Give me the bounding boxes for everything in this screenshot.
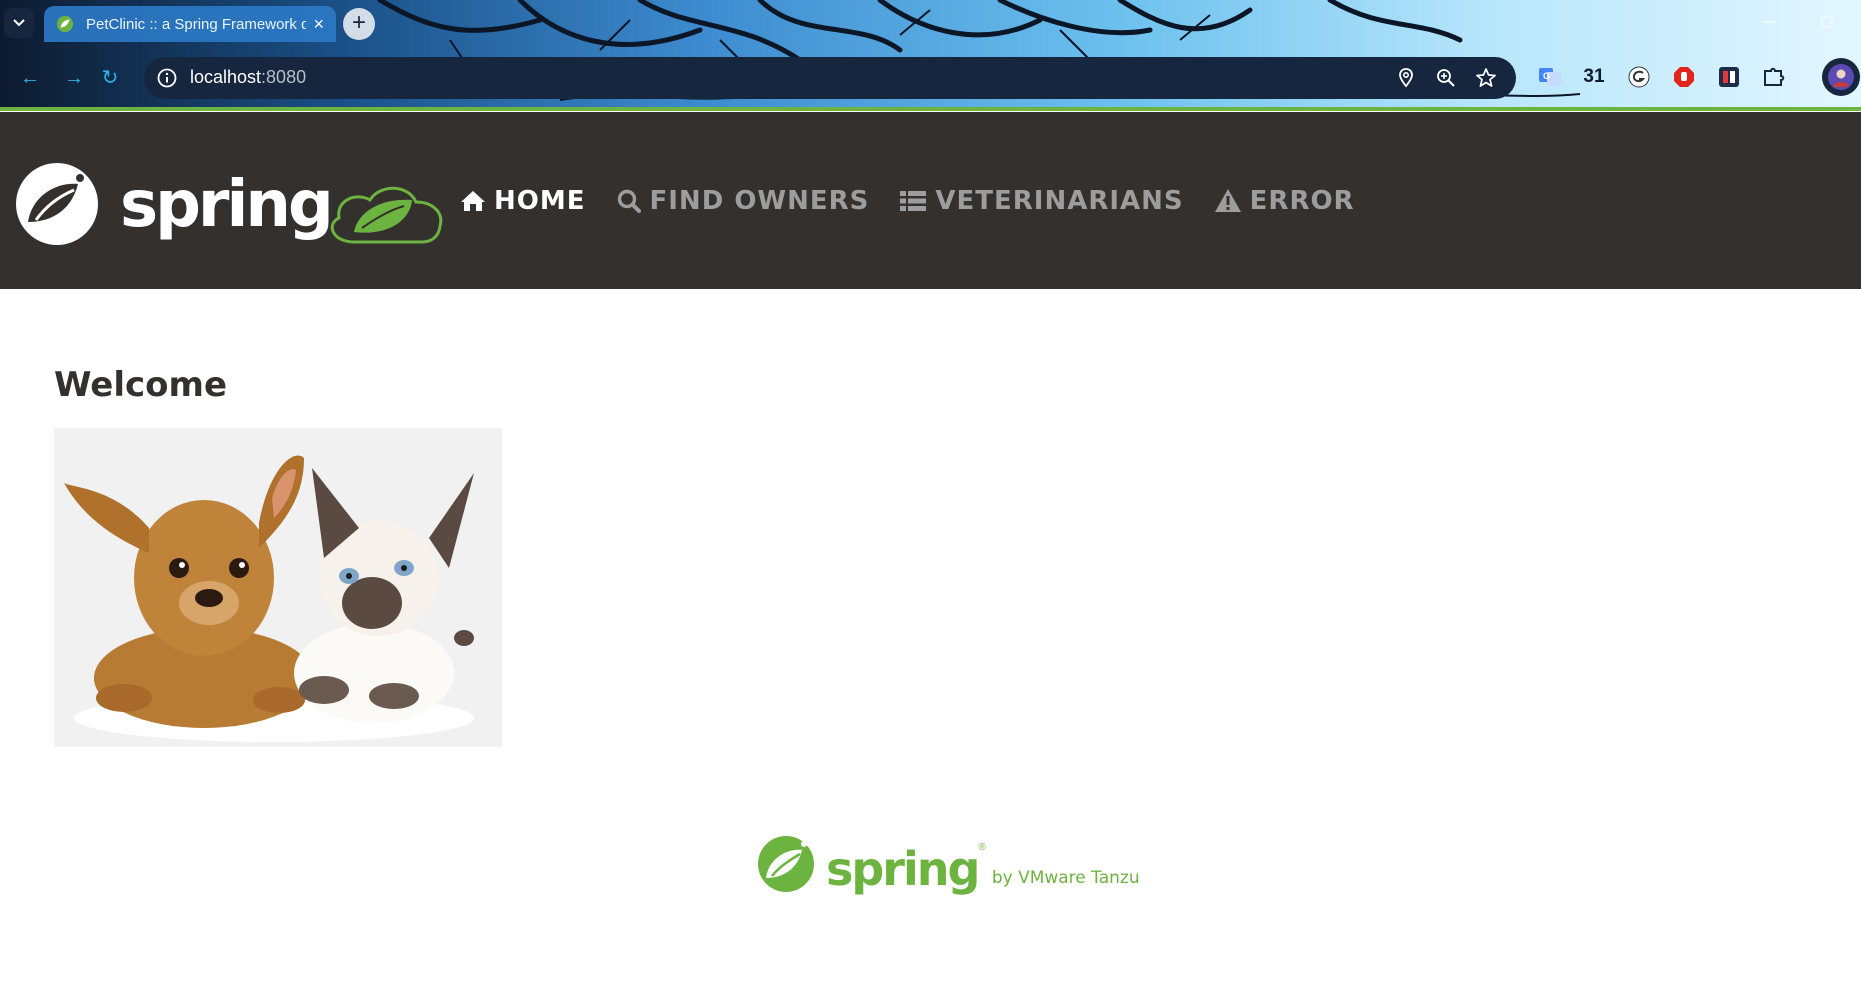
- browser-chrome: PetClinic :: a Spring Framework demonstr…: [0, 0, 1861, 111]
- zoom-in-icon[interactable]: [1434, 66, 1458, 90]
- translate-glyph-icon: G: [1539, 68, 1561, 86]
- cloud-leaf-logo-icon: [330, 186, 443, 244]
- url-text[interactable]: localhost:8080: [190, 67, 306, 88]
- nav-veterinarians[interactable]: VETERINARIANS: [899, 186, 1183, 216]
- restore-icon[interactable]: [1817, 12, 1837, 32]
- footer-brand-text: spring: [826, 842, 980, 896]
- app-glyph-icon: [1719, 67, 1739, 87]
- extension-app-icon[interactable]: [1715, 63, 1743, 91]
- nav-find-owners[interactable]: FIND OWNERS: [616, 186, 870, 216]
- nav-find-owners-label: FIND OWNERS: [649, 185, 870, 216]
- list-icon: [900, 190, 927, 211]
- navbar-links: HOME FIND OWNERS VETERINARIANS ERROR: [460, 112, 1385, 289]
- spring-petclinic-logo[interactable]: spring: [14, 162, 444, 246]
- spring-leaf-favicon-icon: [56, 15, 74, 33]
- nav-error[interactable]: ERROR: [1214, 186, 1355, 216]
- site-info-icon[interactable]: [156, 67, 178, 89]
- new-tab-button[interactable]: +: [343, 8, 375, 40]
- page-title: Welcome: [54, 365, 228, 405]
- adblock-icon[interactable]: [1670, 63, 1698, 91]
- footer-logo: spring ® by VMware Tanzu: [756, 834, 1140, 894]
- calendar-date: 31: [1583, 66, 1605, 87]
- brand-text: spring: [120, 168, 331, 242]
- address-bar[interactable]: localhost:8080: [144, 57, 1516, 99]
- bookmark-star-icon[interactable]: [1474, 66, 1498, 90]
- spring-leaf-logo-icon: [16, 163, 98, 245]
- calendar-icon[interactable]: 31: [1580, 63, 1608, 91]
- tab-title: PetClinic :: a Spring Framework demonstr…: [86, 15, 306, 33]
- avatar-icon: [1828, 64, 1854, 90]
- grammarly-glyph-icon: [1628, 66, 1650, 88]
- browser-tab[interactable]: PetClinic :: a Spring Framework demonstr…: [44, 6, 336, 42]
- svg-text:G: G: [1543, 71, 1550, 81]
- location-pin-icon[interactable]: [1394, 66, 1418, 90]
- home-icon: [461, 190, 485, 211]
- warning-icon: [1214, 188, 1241, 212]
- reload-icon[interactable]: ↻: [98, 66, 122, 90]
- nav-error-label: ERROR: [1249, 185, 1355, 216]
- puzzle-icon[interactable]: [1760, 63, 1788, 91]
- forward-icon[interactable]: →: [62, 66, 86, 90]
- search-icon: [617, 189, 641, 213]
- stop-hand-icon: [1674, 67, 1694, 87]
- chrome-bottom-accent: [0, 107, 1861, 111]
- nav-home-label: HOME: [494, 185, 586, 216]
- petclinic-navbar: spring HOME FIND OWNERS VETERINARIANS ER…: [0, 112, 1861, 289]
- back-icon[interactable]: ←: [18, 66, 42, 90]
- pets-image: [54, 428, 502, 747]
- grammarly-icon[interactable]: [1625, 63, 1653, 91]
- close-tab-icon[interactable]: ×: [313, 14, 324, 35]
- minimize-icon[interactable]: [1760, 12, 1780, 32]
- profile-avatar[interactable]: [1822, 58, 1860, 96]
- translate-icon[interactable]: G: [1536, 63, 1564, 91]
- registered-mark: ®: [978, 842, 986, 853]
- spring-leaf-icon: [758, 836, 814, 892]
- tab-list-button[interactable]: [4, 8, 34, 38]
- nav-veterinarians-label: VETERINARIANS: [935, 185, 1184, 216]
- footer-tagline: by VMware Tanzu: [991, 868, 1140, 888]
- puzzle-glyph-icon: [1764, 67, 1785, 86]
- nav-home[interactable]: HOME: [460, 186, 586, 216]
- url-port: :8080: [261, 67, 307, 87]
- chevron-down-icon: [13, 19, 25, 27]
- url-host: localhost: [190, 67, 262, 87]
